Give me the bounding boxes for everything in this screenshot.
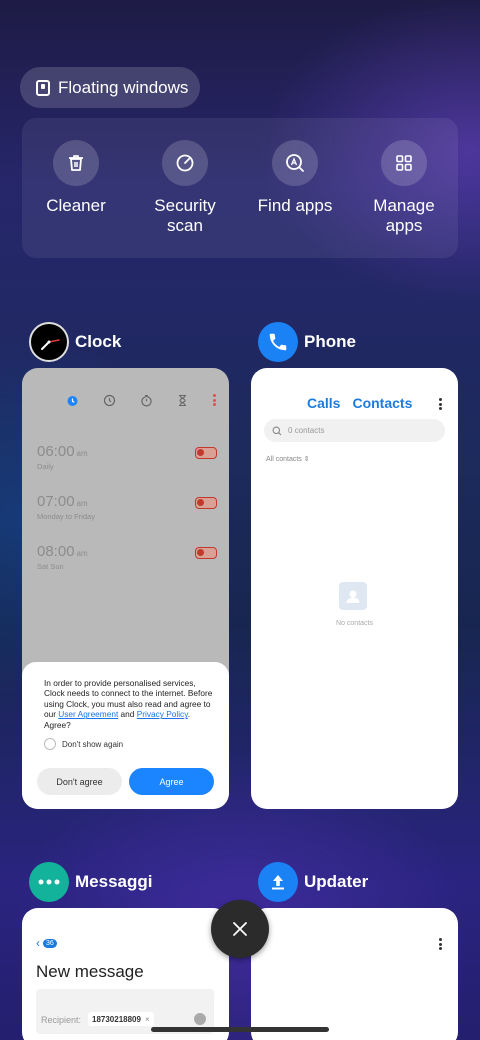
security-scan-label: Security scan [154, 196, 216, 235]
dont-agree-button[interactable]: Don't agree [37, 768, 122, 795]
alarm-ampm: am [76, 449, 88, 458]
dont-show-again-checkbox[interactable] [44, 738, 56, 751]
alarm-repeat: Daily [37, 462, 54, 471]
dont-show-again-label: Don't show again [62, 739, 124, 749]
manage-apps-button[interactable]: Manage apps [349, 140, 459, 236]
privacy-dialog-text: In order to provide personalised service… [44, 678, 215, 730]
manage-apps-label: Manage apps [373, 196, 435, 235]
updater-app-header[interactable]: Updater [258, 862, 368, 902]
alarm-time: 06:00 [37, 443, 75, 460]
phone-app-name: Phone [304, 332, 356, 351]
alarm-time: 08:00 [37, 543, 75, 560]
clock-app-header[interactable]: Clock [29, 322, 121, 362]
messaggi-app-icon [29, 862, 69, 902]
calls-tab[interactable]: Calls [307, 395, 340, 411]
updater-app-card[interactable] [251, 908, 458, 1040]
empty-contacts-icon [339, 582, 367, 610]
find-apps-button[interactable]: Find apps [240, 140, 350, 216]
contacts-filter[interactable]: All contacts ⇕ [266, 455, 310, 463]
security-scan-icon [162, 140, 208, 186]
alarm-row[interactable]: 07:00 am Monday to Friday [37, 493, 217, 521]
alarm-tab-icon[interactable] [66, 394, 79, 412]
alarm-repeat: Monday to Friday [37, 512, 95, 521]
find-apps-icon [272, 140, 318, 186]
messaggi-app-header[interactable]: Messaggi [29, 862, 152, 902]
empty-contacts-text: No contacts [336, 620, 373, 627]
recipient-number: 18730218809 [92, 1014, 141, 1024]
sort-icon: ⇕ [303, 456, 310, 463]
contact-picker-icon[interactable] [194, 1013, 206, 1025]
cleaner-label: Cleaner [46, 196, 106, 215]
new-message-title: New message [36, 962, 144, 981]
alarm-row[interactable]: 06:00 am Daily [37, 443, 217, 471]
contacts-filter-label: All contacts [266, 456, 302, 463]
dialog-buttons: Don't agree Agree [37, 768, 214, 795]
privacy-policy-link[interactable]: Privacy Policy [137, 709, 188, 719]
security-scan-button[interactable]: Security scan [130, 140, 240, 236]
timer-tab-icon[interactable] [176, 394, 189, 412]
grid-icon [381, 140, 427, 186]
world-clock-tab-icon[interactable] [103, 394, 116, 412]
contacts-search-input[interactable]: 0 contacts [264, 419, 445, 442]
messaggi-app-name: Messaggi [75, 872, 153, 891]
clock-app-name: Clock [75, 332, 122, 351]
alarm-toggle[interactable] [195, 497, 217, 509]
clock-app-card[interactable]: 06:00 am Daily 07:00 am Monday to Friday 0… [22, 368, 229, 809]
find-apps-label: Find apps [257, 196, 333, 215]
dialog-text-and: and [118, 709, 137, 720]
close-icon [233, 922, 247, 936]
recipient-label: Recipient: [41, 1015, 82, 1025]
floating-window-icon [36, 79, 50, 96]
quick-actions-panel: Cleaner Security scan Find apps Manage a… [22, 118, 458, 258]
alarm-repeat: Sat Sun [37, 562, 64, 571]
floating-windows-button[interactable]: Floating windows [20, 67, 200, 108]
updater-app-name: Updater [304, 872, 369, 891]
stopwatch-tab-icon[interactable] [140, 394, 153, 412]
alarm-toggle[interactable] [195, 547, 217, 559]
messaggi-app-card[interactable]: ‹ 36 New message Recipient: 18730218809 × [22, 908, 229, 1040]
clear-all-button[interactable] [211, 900, 269, 958]
phone-app-card[interactable]: Calls Contacts 0 contacts All contacts ⇕… [251, 368, 458, 809]
trash-icon [53, 140, 99, 186]
back-icon: ‹ [36, 936, 40, 950]
alarm-toggle[interactable] [195, 447, 217, 459]
updater-more-icon[interactable] [439, 938, 442, 950]
clock-tab-bar [66, 394, 216, 412]
recipient-chip[interactable]: 18730218809 × [88, 1012, 154, 1026]
alarm-row[interactable]: 08:00 am Sat Sun [37, 543, 217, 571]
clock-more-icon[interactable] [213, 394, 216, 406]
phone-tab-bar: Calls Contacts [307, 395, 412, 411]
contacts-tab[interactable]: Contacts [352, 395, 412, 411]
clock-app-icon [29, 322, 69, 362]
phone-more-icon[interactable] [439, 398, 442, 410]
user-agreement-link[interactable]: User Agreement [58, 709, 118, 719]
alarm-ampm: am [76, 549, 88, 558]
alarm-time: 07:00 [37, 493, 75, 510]
search-icon [272, 426, 282, 435]
gesture-nav-bar[interactable] [151, 1027, 329, 1032]
agree-button[interactable]: Agree [129, 768, 214, 795]
phone-app-header[interactable]: Phone [258, 322, 356, 362]
remove-recipient-icon[interactable]: × [145, 1015, 150, 1024]
updater-app-icon [258, 862, 298, 902]
phone-app-icon [258, 322, 298, 362]
cleaner-button[interactable]: Cleaner [21, 140, 131, 216]
back-button[interactable]: ‹ 36 [36, 936, 57, 950]
floating-windows-label: Floating windows [58, 77, 189, 97]
dont-show-again-row[interactable]: Don't show again [44, 738, 215, 751]
unread-count-badge: 36 [43, 938, 57, 948]
alarm-ampm: am [76, 499, 88, 508]
privacy-dialog: In order to provide personalised service… [22, 662, 229, 809]
contacts-search-placeholder: 0 contacts [288, 426, 325, 435]
